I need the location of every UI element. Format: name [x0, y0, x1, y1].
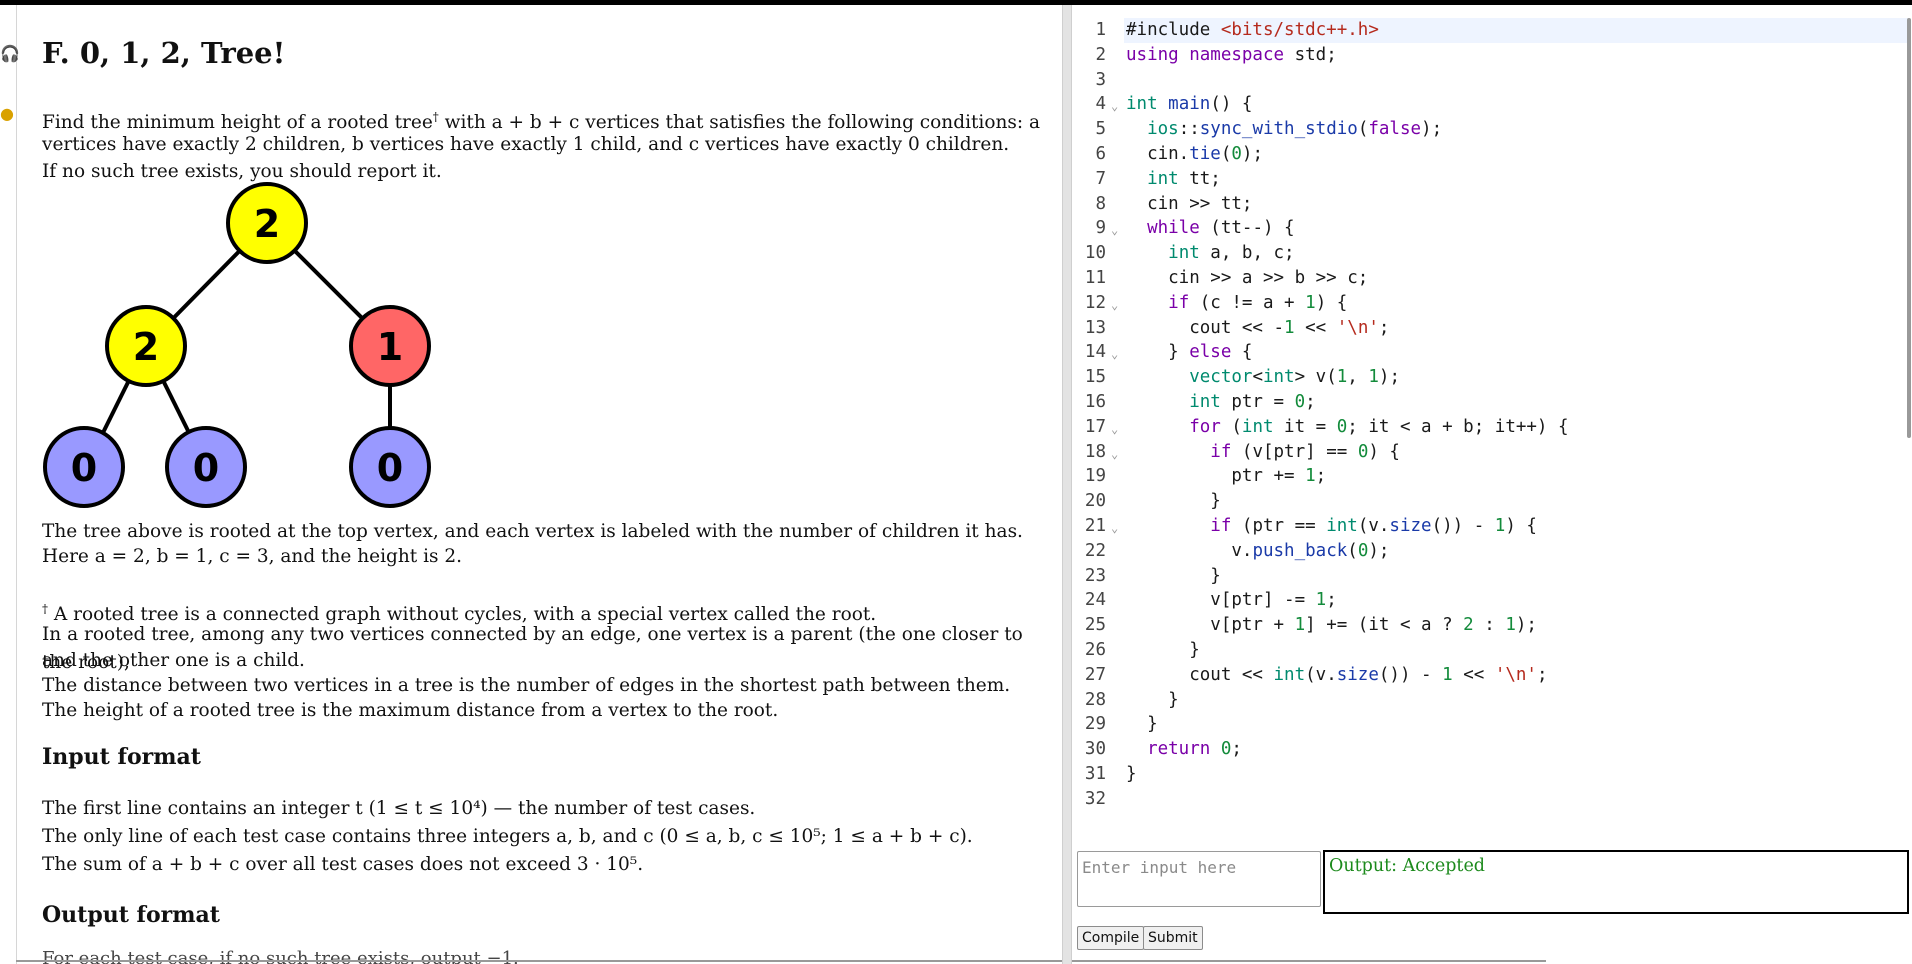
bottom-divider — [16, 960, 1546, 962]
code-line[interactable]: 31} — [1076, 762, 1912, 787]
problem-title: F. 0, 1, 2, Tree! — [42, 36, 286, 70]
code-line[interactable]: 22 v.push_back(0); — [1076, 539, 1912, 564]
fold-chevron-icon: ⌄ — [1111, 521, 1119, 535]
code-line[interactable]: 30 return 0; — [1076, 737, 1912, 762]
code-line[interactable]: 27 cout << int(v.size()) - 1 << '\n'; — [1076, 663, 1912, 688]
tree-node-label: 1 — [377, 325, 403, 369]
footnote-line-5: The height of a rooted tree is the maxim… — [42, 700, 779, 721]
compile-button[interactable]: Compile — [1077, 926, 1145, 950]
code-line[interactable]: 7 int tt; — [1076, 167, 1912, 192]
code-line[interactable]: 24 v[ptr] -= 1; — [1076, 588, 1912, 613]
input-line-1: The first line contains an integer t (1 … — [42, 798, 756, 819]
input-line-3: The sum of a + b + c over all test cases… — [42, 854, 644, 875]
footnote-line-3: and the other one is a child. — [42, 650, 305, 671]
code-line[interactable]: 23 } — [1076, 564, 1912, 589]
info-icon[interactable]: ● — [0, 104, 14, 123]
fold-chevron-icon: ⌄ — [1111, 297, 1119, 312]
tree-caption-1: The tree above is rooted at the top vert… — [42, 521, 1023, 542]
code-line[interactable]: 4 ⌄ int main() { — [1076, 92, 1912, 117]
code-line[interactable]: 10 int a, b, c; — [1076, 241, 1912, 266]
code-line[interactable]: 25 v[ptr + 1] += (it < a ? 2 : 1); — [1076, 613, 1912, 638]
panel-border — [16, 5, 17, 964]
code-line[interactable]: 17 ⌄ for (int it = 0; it < a + b; it++) { — [1076, 415, 1912, 440]
code-line[interactable]: 5 ios::sync_with_stdio(false); — [1076, 117, 1912, 142]
code-editor[interactable]: 1 #include <bits/stdc++.h> 2 using namespa… — [1076, 18, 1912, 840]
statement-line-2: vertices have exactly 2 children, b vert… — [42, 134, 1010, 155]
example-tree-diagram: 2 2 1 0 0 0 — [43, 182, 431, 508]
code-line[interactable]: 12 ⌄ if (c != a + 1) { — [1076, 291, 1912, 316]
fold-chevron-icon: ⌄ — [1111, 223, 1119, 238]
code-line[interactable]: 14 ⌄ } else { — [1076, 340, 1912, 365]
editor-scrollbar[interactable] — [1907, 18, 1911, 438]
fold-chevron-icon: ⌄ — [1111, 446, 1119, 461]
code-line[interactable]: 18 ⌄ if (v[ptr] == 0) { — [1076, 440, 1912, 465]
output-status: Output: Accepted — [1329, 856, 1486, 876]
code-line[interactable]: 1 #include <bits/stdc++.h> — [1076, 18, 1912, 43]
fold-chevron-icon: ⌄ — [1111, 347, 1119, 362]
panel-splitter[interactable] — [1062, 5, 1072, 964]
code-line[interactable]: 20 } — [1076, 489, 1912, 514]
code-line[interactable]: 6 cin.tie(0); — [1076, 142, 1912, 167]
tree-node-label: 2 — [254, 202, 280, 246]
code-line[interactable]: 32 — [1076, 787, 1912, 812]
code-line[interactable]: 26 } — [1076, 638, 1912, 663]
code-line[interactable]: 28 } — [1076, 688, 1912, 713]
code-line[interactable]: 9 ⌄ while (tt--) { — [1076, 216, 1912, 241]
tree-node-label: 0 — [193, 446, 219, 490]
tree-node-label: 2 — [133, 325, 159, 369]
code-line[interactable]: 15 vector<int> v(1, 1); — [1076, 365, 1912, 390]
code-line[interactable]: 16 int ptr = 0; — [1076, 390, 1912, 415]
code-line[interactable]: 19 ptr += 1; — [1076, 464, 1912, 489]
stdin-input[interactable] — [1077, 851, 1321, 907]
code-line[interactable]: 2 using namespace std; — [1076, 43, 1912, 68]
input-format-heading: Input format — [42, 744, 201, 770]
footnote-line-4: The distance between two vertices in a t… — [42, 675, 1011, 696]
input-line-2: The only line of each test case contains… — [42, 826, 973, 847]
output-panel: Output: Accepted — [1323, 850, 1909, 914]
submit-button[interactable]: Submit — [1143, 926, 1203, 950]
tree-node-label: 0 — [377, 446, 403, 490]
code-line[interactable]: 8 cin >> tt; — [1076, 192, 1912, 217]
code-line[interactable]: 21 ⌄ if (ptr == int(v.size()) - 1) { — [1076, 514, 1912, 539]
code-line[interactable]: 29 } — [1076, 712, 1912, 737]
code-line[interactable]: 13 cout << -1 << '\n'; — [1076, 316, 1912, 341]
tree-caption-2: Here a = 2, b = 1, c = 3, and the height… — [42, 546, 463, 567]
headphones-icon[interactable]: 🎧 — [0, 44, 20, 63]
tree-node-label: 0 — [71, 446, 97, 490]
fold-chevron-icon: ⌄ — [1111, 99, 1119, 114]
code-line[interactable]: 11 cin >> a >> b >> c; — [1076, 266, 1912, 291]
code-line[interactable]: 3 — [1076, 68, 1912, 93]
output-format-heading: Output format — [42, 902, 220, 928]
fold-chevron-icon: ⌄ — [1111, 421, 1119, 436]
